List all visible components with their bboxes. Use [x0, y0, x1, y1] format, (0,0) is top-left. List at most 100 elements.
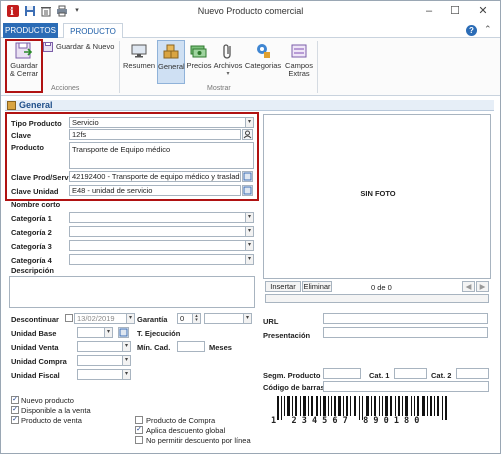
url-input[interactable]	[323, 313, 488, 324]
highlight-save-close	[5, 39, 43, 93]
monitor-icon	[130, 42, 148, 60]
warranty-unit-dropdown-icon[interactable]: ▾	[243, 313, 252, 324]
warranty-stepper-icon[interactable]: ▴ ▾	[192, 313, 201, 324]
collapse-ribbon-icon[interactable]: ⌃	[484, 24, 492, 35]
ribbon-group-divider	[119, 41, 120, 93]
seg-product-input[interactable]	[323, 368, 361, 379]
cat4-dropdown-icon[interactable]: ▾	[245, 254, 254, 265]
title-bar: i ▾ Nuevo Producto comercial – ☐ ✕	[1, 1, 500, 23]
minimize-button[interactable]: –	[421, 4, 437, 18]
discontinue-label: Descontinuar	[11, 315, 59, 324]
new-product-checkbox[interactable]: ✓	[11, 396, 19, 404]
highlight-fiscal-fields	[5, 112, 259, 201]
short-name-label: Nombre corto	[11, 200, 61, 209]
base-unit-label: Unidad Base	[11, 329, 57, 338]
barcode-digits: 1 2 3 4 5 6 7 8 9 0 1 8 0	[271, 416, 420, 426]
maximize-button[interactable]: ☐	[447, 4, 463, 18]
global-discount-label: Aplica descuento global	[146, 426, 226, 435]
tab-productos[interactable]: PRODUCTOS	[3, 23, 58, 38]
cat1-dropdown-icon[interactable]: ▾	[245, 212, 254, 223]
save-new-label: Guardar & Nuevo	[56, 42, 115, 51]
fiscal-unit-dropdown-icon[interactable]: ▾	[122, 369, 131, 380]
sale-unit-dropdown-icon[interactable]: ▾	[122, 341, 131, 352]
photo-counter: 0 de 0	[371, 283, 392, 292]
for-purchase-checkbox[interactable]	[135, 416, 143, 424]
presentation-input[interactable]	[323, 327, 488, 338]
categories-label: Categorias	[244, 61, 282, 70]
no-line-discount-checkbox[interactable]	[135, 436, 143, 444]
cat2-dropdown-icon[interactable]: ▾	[245, 226, 254, 237]
form-fields-icon	[290, 42, 308, 60]
category-tag-icon	[254, 42, 272, 60]
summary-label: Resumen	[123, 61, 156, 70]
purchase-unit-select[interactable]	[77, 355, 123, 366]
general-button[interactable]: General	[157, 40, 185, 84]
barcode-input[interactable]	[323, 381, 489, 392]
photo-area[interactable]: SIN FOTO	[263, 114, 491, 279]
cat1-select[interactable]	[69, 212, 246, 223]
discontinue-date-dropdown-icon[interactable]: ▾	[126, 313, 135, 324]
new-product-label: Nuevo producto	[21, 396, 74, 405]
categories-button[interactable]: Categorias	[244, 42, 282, 70]
base-unit-select[interactable]	[77, 327, 105, 338]
cat1-code-label: Cat. 1	[369, 371, 390, 380]
product-window: i ▾ Nuevo Producto comercial – ☐ ✕ PRODU…	[0, 0, 501, 454]
description-textarea[interactable]	[9, 276, 255, 308]
paperclip-icon	[219, 42, 237, 60]
base-unit-catalog-icon[interactable]	[118, 327, 129, 338]
group-label-show: Mostrar	[207, 85, 231, 92]
for-sale-label: Producto de venta	[21, 416, 82, 425]
cat4-select[interactable]	[69, 254, 246, 265]
months-label: Meses	[209, 343, 232, 352]
section-icon	[7, 101, 16, 110]
extra-fields-button[interactable]: Campos Extras	[284, 42, 314, 78]
photo-next-button[interactable]: ▶	[476, 281, 489, 292]
no-photo-label: SIN FOTO	[360, 189, 396, 198]
global-discount-checkbox[interactable]: ✓	[135, 426, 143, 434]
prices-button[interactable]: Precios	[186, 42, 212, 70]
cat2-label: Categoría 2	[11, 228, 52, 237]
files-button[interactable]: Archivos ▾	[213, 42, 243, 78]
fiscal-unit-select[interactable]	[77, 369, 123, 380]
boxes-icon	[162, 43, 180, 61]
no-line-discount-label: No permitir descuento por línea	[146, 436, 251, 445]
extra-fields-label: Campos Extras	[285, 61, 313, 78]
discontinue-date-input[interactable]: 13/02/2019	[74, 313, 127, 324]
warranty-unit-select[interactable]	[204, 313, 244, 324]
for-sale-checkbox[interactable]: ✓	[11, 416, 19, 424]
summary-button[interactable]: Resumen	[123, 42, 155, 70]
photo-scrollbar[interactable]	[265, 294, 489, 303]
ribbon-group-divider	[317, 41, 318, 93]
cat2-code-input[interactable]	[456, 368, 489, 379]
available-label: Disponible a la venta	[21, 406, 91, 415]
close-button[interactable]: ✕	[475, 4, 491, 18]
seg-product-label: Segm. Producto	[263, 371, 321, 380]
money-icon	[190, 42, 208, 60]
cat3-select[interactable]	[69, 240, 246, 251]
warranty-input[interactable]: 0	[177, 313, 193, 324]
cat4-label: Categoría 4	[11, 256, 52, 265]
files-label: Archivos	[213, 61, 243, 70]
min-qty-label: Mín. Cad.	[137, 343, 171, 352]
photo-prev-button[interactable]: ◀	[462, 281, 475, 292]
purchase-unit-dropdown-icon[interactable]: ▾	[122, 355, 131, 366]
delete-photo-button[interactable]: Eliminar	[302, 281, 332, 292]
url-label: URL	[263, 317, 279, 326]
save-new-icon	[43, 42, 53, 52]
help-icon[interactable]: ?	[466, 25, 477, 36]
discontinue-checkbox[interactable]	[65, 314, 73, 322]
prices-label: Precios	[186, 61, 212, 70]
tab-producto[interactable]: PRODUCTO	[63, 23, 123, 39]
ribbon: Guardar & Cerrar Guardar & Nuevo Accione…	[1, 38, 500, 96]
sale-unit-select[interactable]	[77, 341, 123, 352]
cat3-dropdown-icon[interactable]: ▾	[245, 240, 254, 251]
insert-photo-button[interactable]: Insertar	[265, 281, 301, 292]
exec-time-label: T. Ejecución	[137, 329, 181, 338]
cat1-code-input[interactable]	[394, 368, 427, 379]
available-checkbox[interactable]: ✓	[11, 406, 19, 414]
min-qty-input[interactable]	[177, 341, 205, 352]
files-dropdown-icon: ▾	[226, 71, 230, 77]
cat2-select[interactable]	[69, 226, 246, 237]
base-unit-dropdown-icon[interactable]: ▾	[104, 327, 113, 338]
barcode-label: Código de barras	[263, 383, 325, 392]
